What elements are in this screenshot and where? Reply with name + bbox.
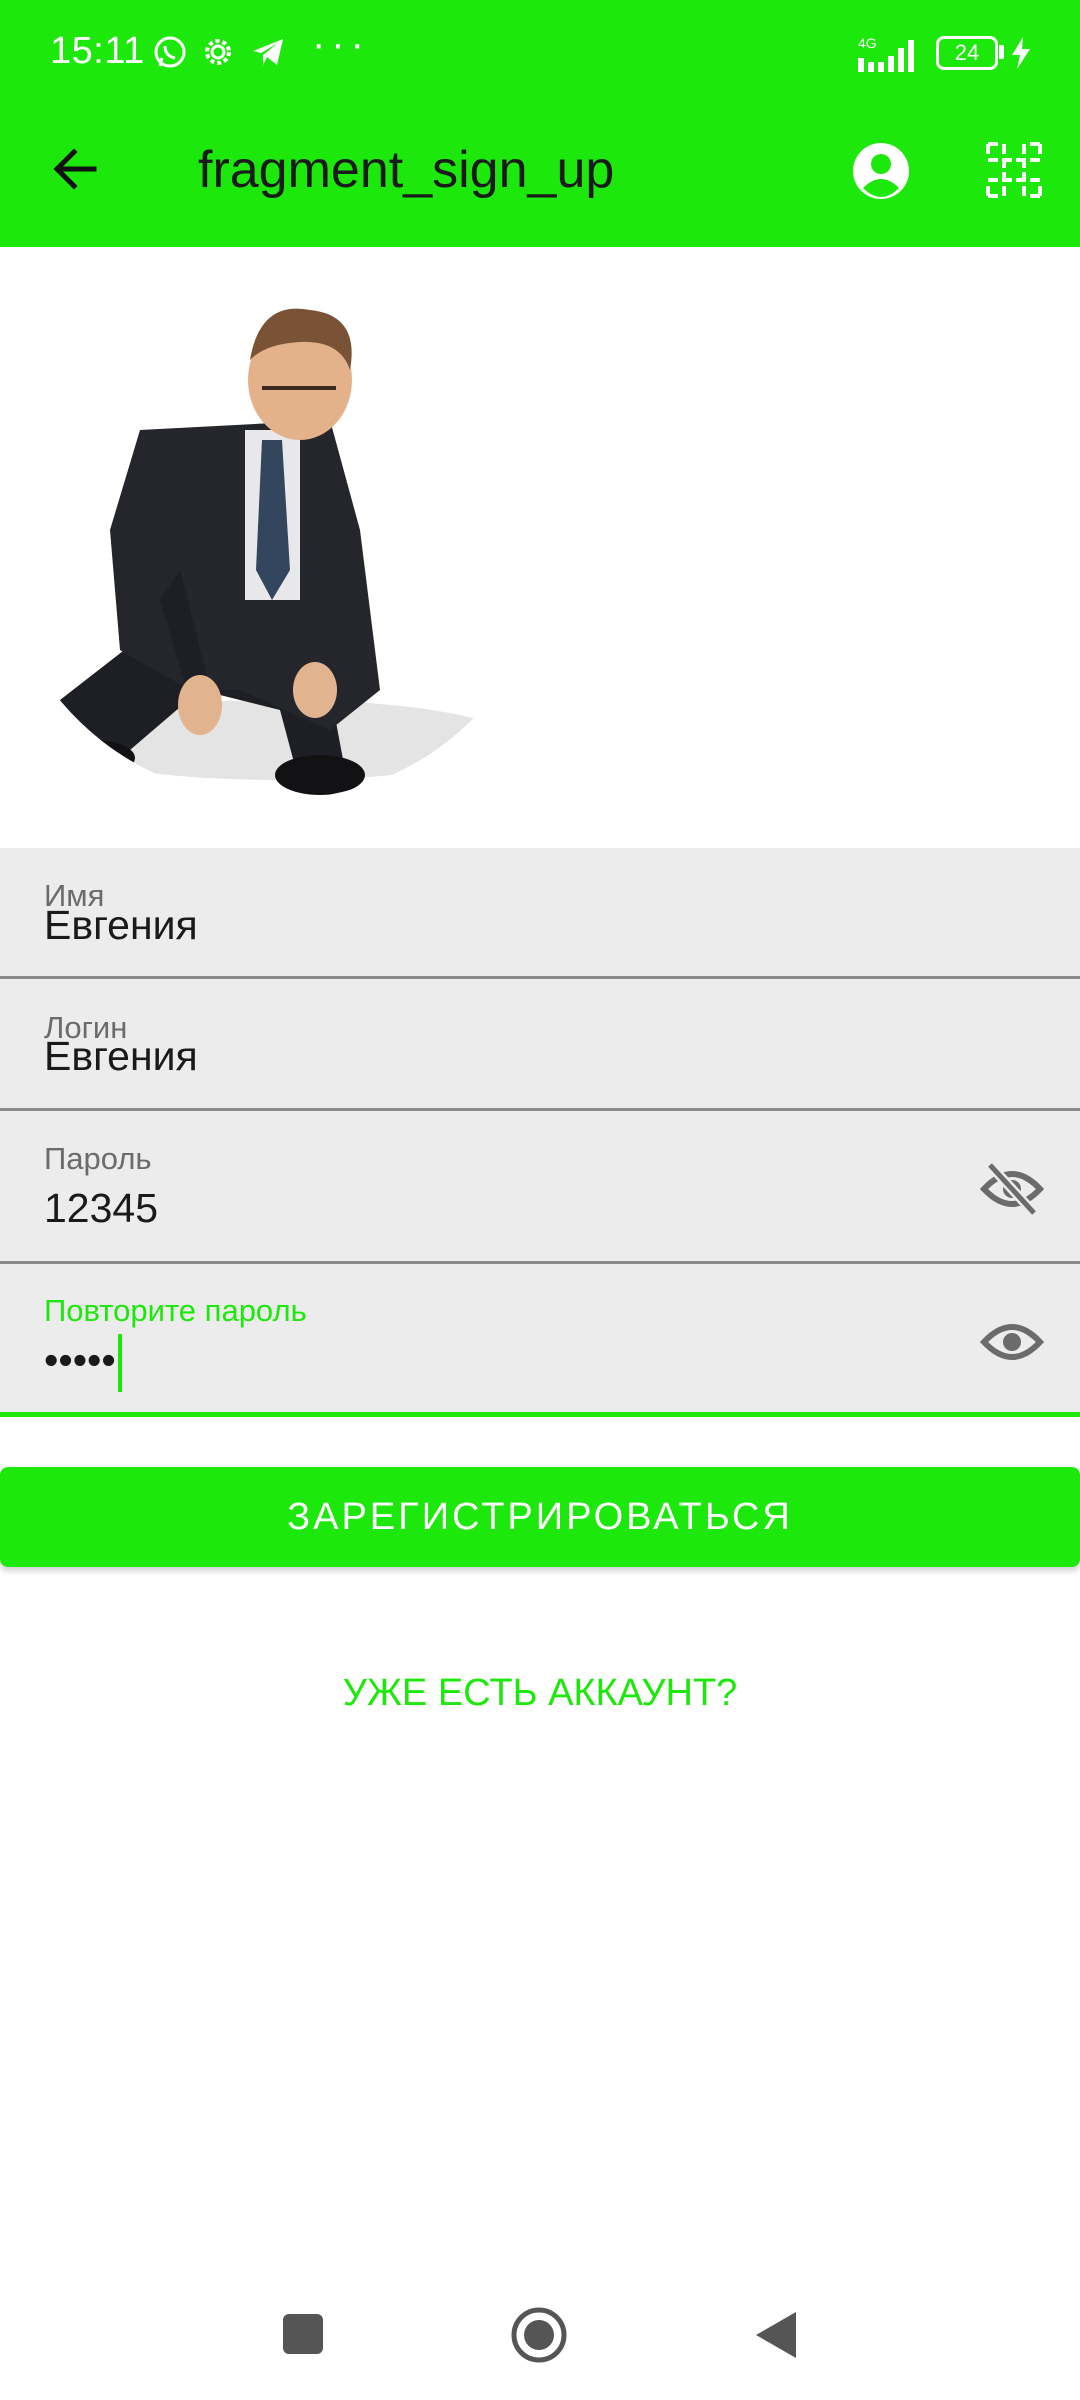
sign-up-screen: 15:11 ··· 4G 24 fragment_sign_up Имя Евг… [0,0,1080,2400]
repeat-password-field-value[interactable]: ••••• [44,1334,122,1392]
grid-icon[interactable] [986,142,1042,203]
password-field-label: Пароль [44,1141,152,1176]
back-arrow-icon[interactable] [48,142,102,201]
signal-4g-icon: 4G [856,34,922,74]
register-button[interactable]: ЗАРЕГИСТРИРОВАТЬСЯ [0,1467,1080,1567]
register-button-label: ЗАРЕГИСТРИРОВАТЬСЯ [287,1496,793,1538]
back-button[interactable] [752,2310,798,2365]
avatar[interactable] [0,270,550,800]
repeat-password-field[interactable]: Повторите пароль ••••• [0,1264,1080,1417]
name-field-value[interactable]: Евгения [44,902,198,949]
login-field-value[interactable]: Евгения [44,1033,198,1080]
network-type-label: 4G [858,35,877,51]
settings-icon [200,34,236,70]
repeat-password-masked-text: ••••• [44,1336,116,1383]
recent-apps-button[interactable] [281,2312,325,2361]
have-account-link[interactable]: УЖЕ ЕСТЬ АККАУНТ? [0,1672,1080,1715]
battery-icon: 24 [936,36,998,70]
status-time: 15:11 [50,30,145,72]
password-field[interactable]: Пароль 12345 [0,1111,1080,1264]
app-header: 15:11 ··· 4G 24 fragment_sign_up [0,0,1080,247]
login-field[interactable]: Логин Евгения [0,979,1080,1111]
whatsapp-icon [152,34,188,70]
more-dots-icon: ··· [312,22,370,66]
telegram-icon [250,34,286,70]
visibility-off-icon[interactable] [979,1161,1045,1222]
battery-cap [999,45,1004,59]
charging-icon [1010,36,1032,70]
avatar-photo [50,308,510,795]
visibility-icon[interactable] [979,1314,1045,1375]
home-button[interactable] [510,2306,568,2369]
battery-level: 24 [954,40,980,65]
password-field-value[interactable]: 12345 [44,1185,158,1232]
account-circle-icon[interactable] [852,142,910,205]
repeat-password-field-label: Повторите пароль [44,1293,307,1328]
text-cursor [117,1334,122,1392]
page-title: fragment_sign_up [198,141,615,199]
name-field[interactable]: Имя Евгения [0,848,1080,979]
